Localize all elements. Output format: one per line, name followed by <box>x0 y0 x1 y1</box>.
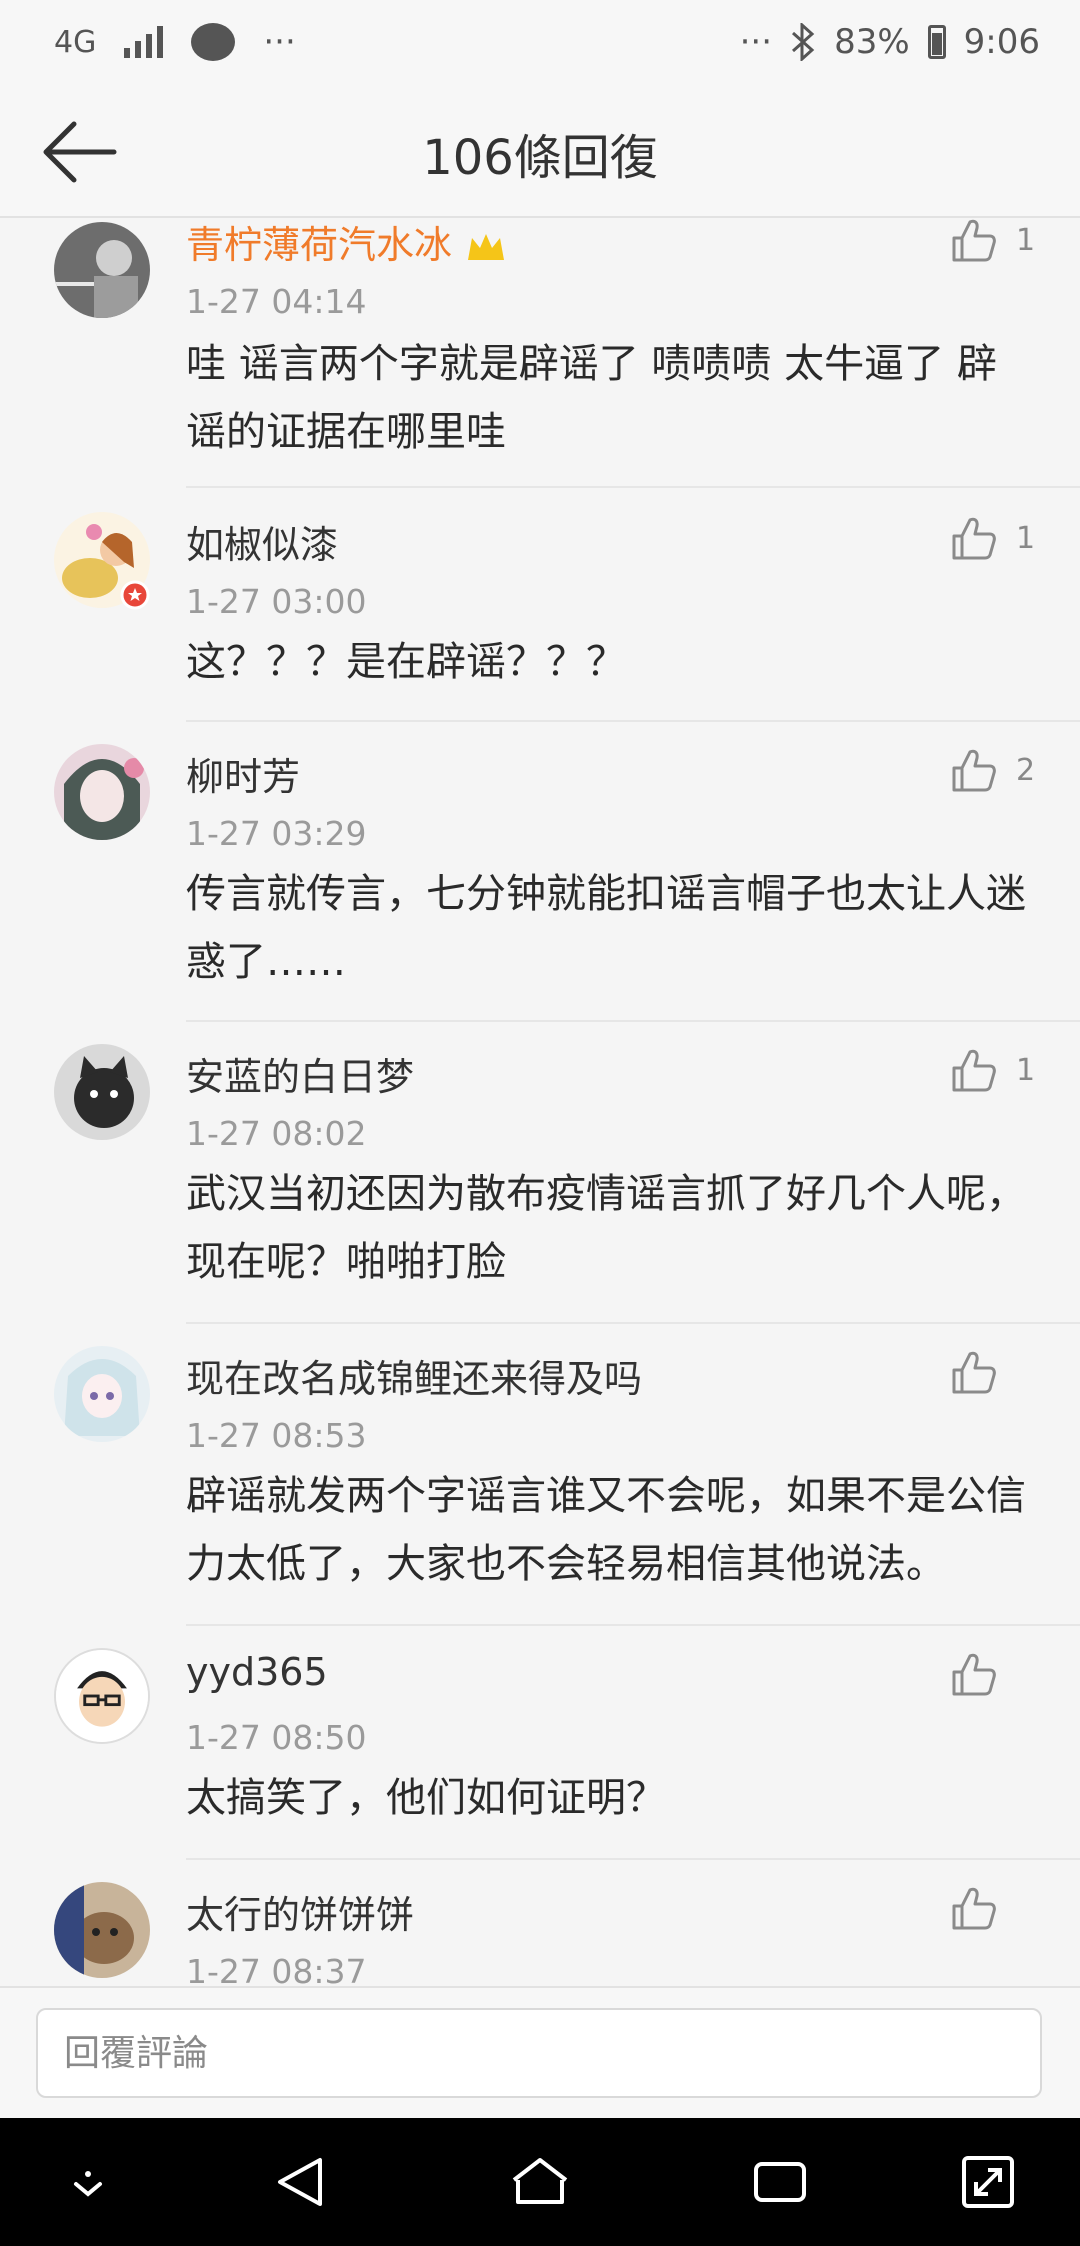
thumbs-up-icon <box>952 517 996 560</box>
thumbs-up-icon <box>952 1887 996 1930</box>
divider <box>186 1624 1080 1626</box>
back-triangle-icon[interactable] <box>270 2150 334 2214</box>
status-bar: 4G ··· ··· 83% 9:06 <box>0 0 1080 88</box>
reply-bar <box>0 1986 1080 2118</box>
avatar[interactable] <box>54 744 150 840</box>
comment-author[interactable]: 安蓝的白日梦 <box>186 1046 414 1101</box>
comment-author[interactable]: 现在改名成锦鲤还来得及吗 <box>186 1348 642 1403</box>
comment-text: 传言就传言，七分钟就能扣谣言帽子也太让人迷惑了…… <box>186 871 1026 985</box>
system-nav-bar <box>0 2118 1080 2246</box>
thumbs-up-icon <box>952 1653 996 1696</box>
divider <box>186 1020 1080 1022</box>
page-title: 106條回復 <box>422 130 658 186</box>
verified-badge-icon <box>120 580 150 610</box>
reply-input[interactable] <box>36 2008 1042 2098</box>
avatar[interactable] <box>54 1648 150 1744</box>
comment-time: 1-27 04:14 <box>186 282 367 321</box>
like-count: 1 <box>1016 222 1036 258</box>
comment-author[interactable]: 青柠薄荷汽水冰 <box>186 218 508 269</box>
divider <box>186 1858 1080 1860</box>
network-type: 4G <box>54 24 97 60</box>
like-button[interactable] <box>950 1650 1036 1698</box>
comment-time: 1-27 08:02 <box>186 1114 367 1153</box>
status-right: ··· 83% 9:06 <box>740 22 1040 62</box>
divider <box>186 720 1080 722</box>
avatar[interactable] <box>54 1346 150 1442</box>
comment-time: 1-27 03:29 <box>186 814 367 853</box>
thumbs-up-icon <box>952 219 996 262</box>
recent-apps-icon[interactable] <box>748 2150 812 2214</box>
like-button[interactable] <box>950 1348 1036 1396</box>
like-button[interactable]: 1 <box>950 514 1036 562</box>
chevron-down-icon[interactable] <box>56 2150 120 2214</box>
more-status: ··· <box>739 22 773 62</box>
home-icon[interactable] <box>508 2150 572 2214</box>
header: 106條回復 <box>0 88 1080 218</box>
comment-text: 辟谣就发两个字谣言谁又不会呢，如果不是公信力太低了，大家也不会轻易相信其他说法。 <box>186 1473 1026 1587</box>
like-count: 1 <box>1016 1052 1036 1088</box>
comment-text: 太搞笑了，他们如何证明？ <box>186 1775 666 1821</box>
clock: 9:06 <box>963 22 1040 62</box>
comment-list[interactable]: 青柠薄荷汽水冰 1 1-27 04:14 哇 谣言两个字就是辟谣了 啧啧啧 太牛… <box>0 218 1080 1986</box>
comment-time: 1-27 08:37 <box>186 1952 367 1986</box>
comment-time: 1-27 03:00 <box>186 582 367 621</box>
signal-icon <box>124 26 164 58</box>
bluetooth-icon <box>792 23 815 61</box>
like-button[interactable]: 1 <box>950 1046 1036 1094</box>
comment-text: 武汉当初还因为散布疫情谣言抓了好几个人呢，现在呢？啪啪打脸 <box>186 1171 1026 1285</box>
comment-author[interactable]: 太行的饼饼饼 <box>186 1884 414 1939</box>
battery-percent: 83% <box>834 22 910 62</box>
thumbs-up-icon <box>952 1351 996 1394</box>
like-count: 1 <box>1016 520 1036 556</box>
like-count: 2 <box>1016 752 1036 788</box>
like-button[interactable] <box>950 1884 1036 1932</box>
comment-time: 1-27 08:50 <box>186 1718 367 1757</box>
avatar[interactable] <box>54 1044 150 1140</box>
like-button[interactable]: 1 <box>950 218 1036 264</box>
divider <box>186 1322 1080 1324</box>
vip-badge-icon <box>468 233 505 260</box>
like-button[interactable]: 2 <box>950 746 1036 794</box>
comment-author[interactable]: 柳时芳 <box>186 746 300 801</box>
comment-text: 这？？？是在辟谣？？？ <box>186 639 626 685</box>
expand-icon[interactable] <box>956 2150 1020 2214</box>
comment-text: 哇 谣言两个字就是辟谣了 啧啧啧 太牛逼了 辟谣的证据在哪里哇 <box>186 341 997 455</box>
battery-icon <box>927 25 946 59</box>
avatar[interactable] <box>54 222 150 318</box>
thumbs-up-icon <box>952 1049 996 1092</box>
status-left: 4G ··· <box>54 22 296 62</box>
comment-author[interactable]: 如椒似漆 <box>186 514 338 569</box>
comment-time: 1-27 08:53 <box>186 1416 367 1455</box>
comment-author[interactable]: yyd365 <box>186 1650 328 1694</box>
avatar[interactable] <box>54 1882 150 1978</box>
divider <box>186 486 1080 488</box>
more-notifications: ··· <box>263 22 296 62</box>
notification-icon <box>191 23 236 61</box>
thumbs-up-icon <box>952 749 996 792</box>
